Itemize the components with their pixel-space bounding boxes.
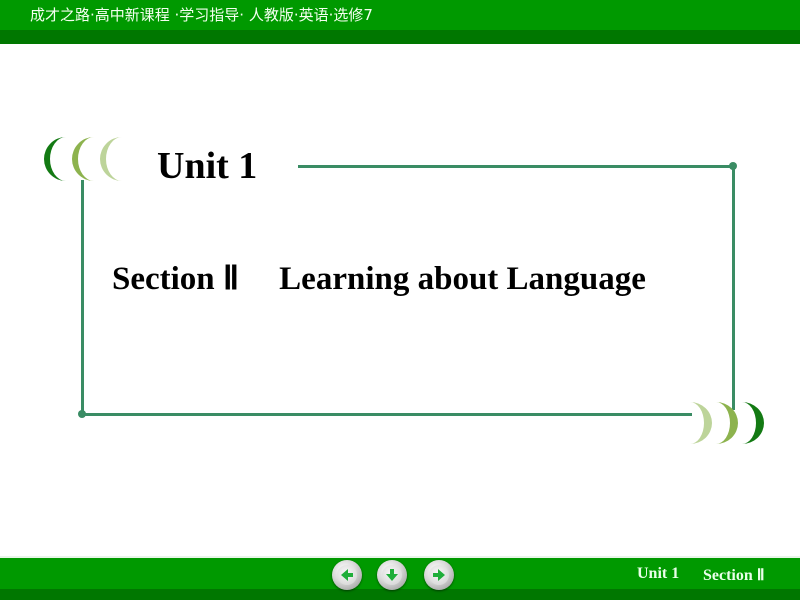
frame-line-bottom [82, 413, 692, 416]
header-strip [0, 30, 800, 44]
section-label: Section Ⅱ [112, 261, 240, 297]
next-button[interactable] [424, 560, 454, 590]
header-title: 成才之路·高中新课程 ·学习指导· 人教版·英语·选修7 [30, 6, 373, 24]
frame-line-left [81, 180, 84, 415]
arrow-down-icon [386, 569, 398, 581]
crescent-icon [716, 402, 738, 444]
frame-line-top [298, 165, 734, 168]
arrow-left-icon [341, 569, 353, 581]
footer-unit-label: Unit 1 [637, 565, 680, 582]
home-button[interactable] [377, 560, 407, 590]
header-bar: 成才之路·高中新课程 ·学习指导· 人教版·英语·选修7 [0, 0, 800, 30]
crescent-icon [100, 137, 122, 181]
arrow-right-icon [433, 569, 445, 581]
frame-dot-top-right [729, 162, 737, 170]
section-heading: Section Ⅱ Learning about Language [112, 258, 646, 298]
unit-title: Unit 1 [157, 145, 258, 187]
crescent-icon [742, 402, 764, 444]
frame-line-right [732, 166, 735, 410]
crescents-decoration-right [690, 402, 764, 444]
crescent-icon [72, 137, 94, 181]
crescent-icon [690, 402, 712, 444]
crescent-icon [44, 137, 66, 181]
previous-button[interactable] [332, 560, 362, 590]
footer-strip [0, 589, 800, 600]
section-subtitle: Learning about Language [279, 261, 646, 297]
footer-section-label: Section Ⅱ [703, 567, 765, 584]
frame-dot-bottom-left [78, 410, 86, 418]
crescents-decoration-left [44, 137, 122, 181]
